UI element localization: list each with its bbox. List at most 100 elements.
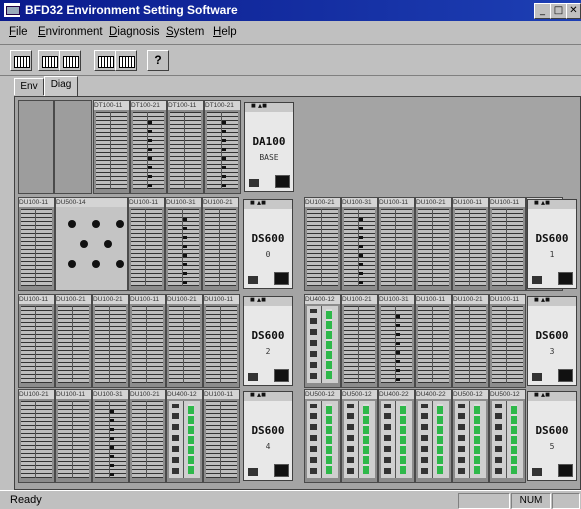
port-icon [274,464,289,477]
io-module[interactable]: DT100-21 [204,100,241,194]
module-icon [63,56,79,68]
controller-ds600[interactable]: DS600 3 [527,295,577,386]
tab-env[interactable]: Env [14,78,44,95]
controller-unit: 1 [549,250,555,259]
controller-ds600[interactable]: DS600 5 [527,390,577,481]
rack-workspace: DT100-11DT100-21DT100-11DT100-21DA100BAS… [14,96,581,490]
io-module[interactable]: DU100-31 [165,197,202,291]
io-module[interactable]: DU100-21 [415,197,452,291]
io-module[interactable]: DU100-31 [378,294,415,388]
io-module[interactable]: DU100-11 [489,294,526,388]
controller-model: DS600 [535,424,569,437]
module-icon [119,56,135,68]
empty-slot[interactable] [18,100,54,194]
io-module[interactable]: DU100-21 [55,294,92,388]
module-icon [14,56,30,68]
connector-column [458,404,466,474]
controller-unit: BASE [259,153,279,162]
minimize-button[interactable]: _ [534,3,551,19]
io-module[interactable]: DU100-11 [55,389,92,483]
tab-diag[interactable]: Diag [44,76,78,96]
controller-model: DS600 [535,329,569,342]
menu-environment[interactable]: Environment [38,26,103,38]
diagnosis-button[interactable] [94,50,116,71]
io-module[interactable]: DU100-11 [18,294,55,388]
save-environment-button[interactable] [59,50,81,71]
module-label: DU100-21 [19,390,54,399]
module-label: DU500-14 [56,198,127,207]
module-label: DU100-11 [453,198,488,207]
empty-slot[interactable] [54,100,92,194]
knob-icon [92,220,100,228]
status-led-column [326,309,332,379]
io-module[interactable]: DU100-21 [202,197,239,291]
module-icon [98,56,114,68]
menu-help[interactable]: Help [213,26,237,38]
io-module[interactable]: DU500-14 [55,197,128,291]
new-environment-button[interactable] [10,50,32,71]
module-label: DU500-12 [342,390,377,399]
io-module[interactable]: DU400-12 [304,294,341,388]
terminal-strip [95,306,126,383]
io-module[interactable]: DU100-21 [166,294,203,388]
io-module[interactable]: DU100-31 [341,197,378,291]
menu-system[interactable]: System [166,26,204,38]
io-module[interactable]: DU100-11 [203,294,240,388]
io-module[interactable]: DU500-12 [452,389,489,483]
menu-bar: File Environment Diagnosis System Help [0,21,581,43]
io-module[interactable]: DU100-11 [128,197,165,291]
controller-led-bar [244,198,292,209]
controller-ds600[interactable]: DS600 4 [243,390,293,481]
terminal-strip [418,209,449,286]
io-module[interactable]: DU100-21 [452,294,489,388]
controller-ds600[interactable]: DS600 2 [243,295,293,386]
io-module[interactable]: DU100-31 [92,389,129,483]
io-module[interactable]: DU100-11 [415,294,452,388]
connector-column [421,404,429,474]
io-module[interactable]: DU100-11 [18,197,55,291]
terminal-strip [492,209,523,286]
connector-column [384,404,392,474]
knob-icon [92,260,100,268]
terminal-strip [492,306,523,383]
connector-column [347,404,355,474]
maximize-button[interactable]: □ [550,3,567,19]
help-icon: ? [154,53,162,67]
io-module[interactable]: DU400-22 [378,389,415,483]
io-module[interactable]: DU100-11 [452,197,489,291]
controller-ds600[interactable]: DS600 0 [243,198,293,289]
io-module[interactable]: DU100-21 [341,294,378,388]
io-module[interactable]: DU100-21 [18,389,55,483]
io-module[interactable]: DU100-21 [92,294,129,388]
menu-file[interactable]: File [9,26,28,38]
io-module[interactable]: DU100-11 [489,197,526,291]
system-button[interactable] [115,50,137,71]
open-environment-button[interactable] [38,50,60,71]
io-module[interactable]: DU100-11 [378,197,415,291]
status-text: Ready [10,494,42,506]
menu-diagnosis[interactable]: Diagnosis [109,26,160,38]
io-module[interactable]: DU500-12 [304,389,341,483]
controller-ds600[interactable]: DS600 1 [527,198,577,289]
io-module[interactable]: DU500-12 [341,389,378,483]
io-module[interactable]: DT100-11 [167,100,204,194]
module-label: DU100-11 [19,198,54,207]
close-button[interactable]: ✕ [566,3,581,19]
power-connector-icon [532,276,542,284]
module-label: DU100-21 [203,198,238,207]
terminal-strip [307,209,338,286]
io-module[interactable]: DU100-11 [129,294,166,388]
io-module[interactable]: DU100-21 [129,389,166,483]
io-module[interactable]: DT100-21 [130,100,167,194]
io-module[interactable]: DT100-11 [93,100,130,194]
controller-unit: 4 [265,442,271,451]
io-module[interactable]: DU400-12 [166,389,203,483]
module-label: DU100-31 [379,295,414,304]
io-module[interactable]: DU100-11 [203,389,240,483]
io-module[interactable]: DU500-12 [489,389,526,483]
help-button[interactable]: ? [147,50,169,71]
io-module[interactable]: DU400-22 [415,389,452,483]
module-label: DU100-21 [305,198,340,207]
io-module[interactable]: DU100-21 [304,197,341,291]
controller-da100-base[interactable]: DA100 BASE [244,101,294,192]
